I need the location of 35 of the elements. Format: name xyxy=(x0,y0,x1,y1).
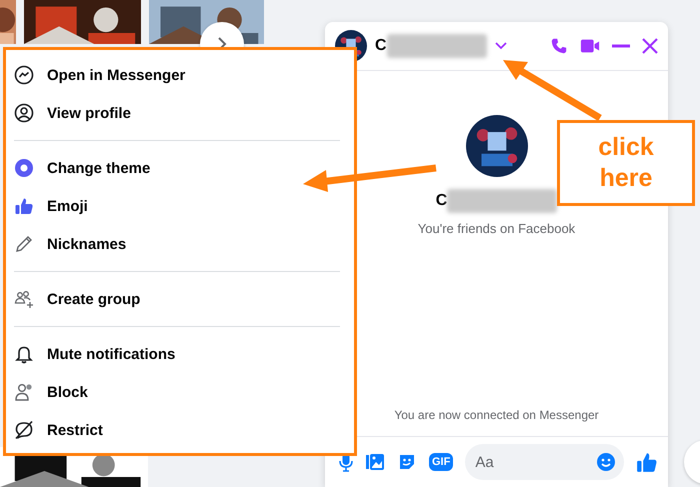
menu-item-icon xyxy=(14,65,34,85)
menu-item[interactable]: Change theme xyxy=(6,149,354,187)
system-message: You are now connected on Messenger xyxy=(394,408,599,422)
menu-item[interactable]: View profile xyxy=(6,94,354,132)
menu-item[interactable]: Block xyxy=(6,373,354,411)
phone-icon[interactable] xyxy=(550,37,568,55)
menu-item-icon xyxy=(14,420,34,440)
menu-item-icon xyxy=(14,234,34,254)
message-field[interactable]: Aa xyxy=(465,444,624,480)
callout-text: click here xyxy=(597,132,655,194)
contact-name: C xyxy=(436,192,448,210)
menu-item[interactable]: Create group xyxy=(6,280,354,318)
menu-item-icon xyxy=(14,344,34,364)
video-icon[interactable] xyxy=(580,37,600,55)
menu-item[interactable]: Mute notifications xyxy=(6,335,354,373)
menu-item[interactable]: Open in Messenger xyxy=(6,56,354,94)
menu-item-icon xyxy=(14,196,34,216)
menu-item-icon xyxy=(14,158,34,178)
minimize-icon[interactable] xyxy=(612,44,630,48)
photo-icon[interactable] xyxy=(365,452,385,472)
close-icon[interactable] xyxy=(642,38,658,54)
contact-name: C xyxy=(375,37,387,55)
emoji-icon[interactable] xyxy=(596,452,616,472)
thumbs-up-icon[interactable] xyxy=(636,451,658,473)
menu-item[interactable]: Restrict xyxy=(6,411,354,449)
sticker-icon[interactable] xyxy=(397,452,417,472)
menu-item-icon xyxy=(14,382,34,402)
gif-button[interactable]: GIF xyxy=(429,453,454,471)
chevron-icon[interactable] xyxy=(494,42,507,50)
menu-item[interactable]: Nicknames xyxy=(6,225,354,263)
avatar xyxy=(466,115,528,177)
menu-item[interactable]: Emoji xyxy=(6,187,354,225)
friends-note: You're friends on Facebook xyxy=(418,221,576,236)
menu-item-icon xyxy=(14,289,34,309)
menu-item-icon xyxy=(14,103,34,123)
